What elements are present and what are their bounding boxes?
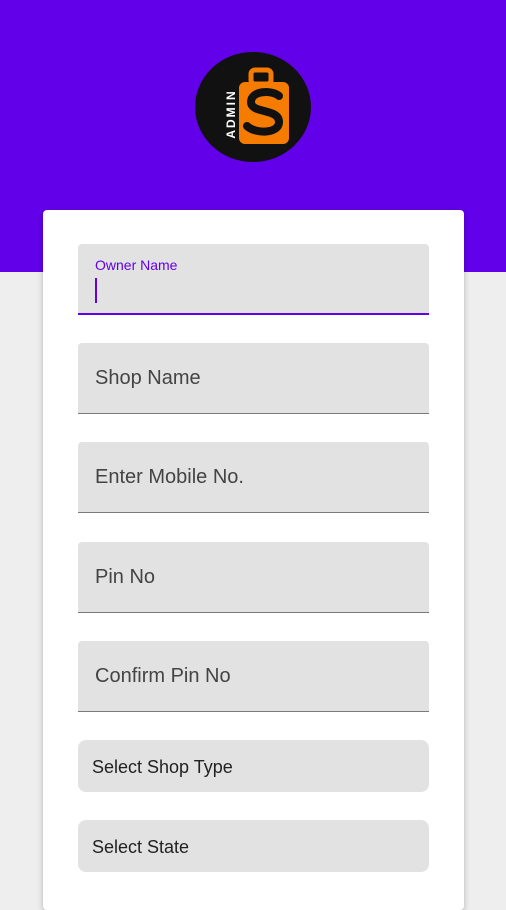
shop-type-label: Select Shop Type [92, 757, 233, 777]
pin-placeholder: Pin No [95, 566, 156, 588]
state-label: Select State [92, 837, 190, 857]
shopping-bag-icon [239, 67, 289, 144]
state-select[interactable]: Select State [78, 820, 429, 872]
confirm-pin-field[interactable]: Confirm Pin No [78, 641, 429, 712]
owner-name-label: Owner Name [95, 257, 178, 273]
registration-card: Owner Name Shop Name Enter Mobile No. Pi… [43, 210, 464, 910]
shop-name-field[interactable]: Shop Name [78, 343, 429, 414]
shop-name-placeholder: Shop Name [95, 367, 201, 389]
mobile-number-placeholder: Enter Mobile No. [95, 466, 244, 488]
confirm-pin-placeholder: Confirm Pin No [95, 665, 231, 687]
mobile-number-field[interactable]: Enter Mobile No. [78, 442, 429, 513]
admin-logo: ADMIN [195, 52, 311, 162]
text-cursor [95, 278, 97, 303]
pin-field[interactable]: Pin No [78, 542, 429, 613]
owner-name-field[interactable]: Owner Name [78, 244, 429, 315]
shop-type-select[interactable]: Select Shop Type [78, 740, 429, 792]
